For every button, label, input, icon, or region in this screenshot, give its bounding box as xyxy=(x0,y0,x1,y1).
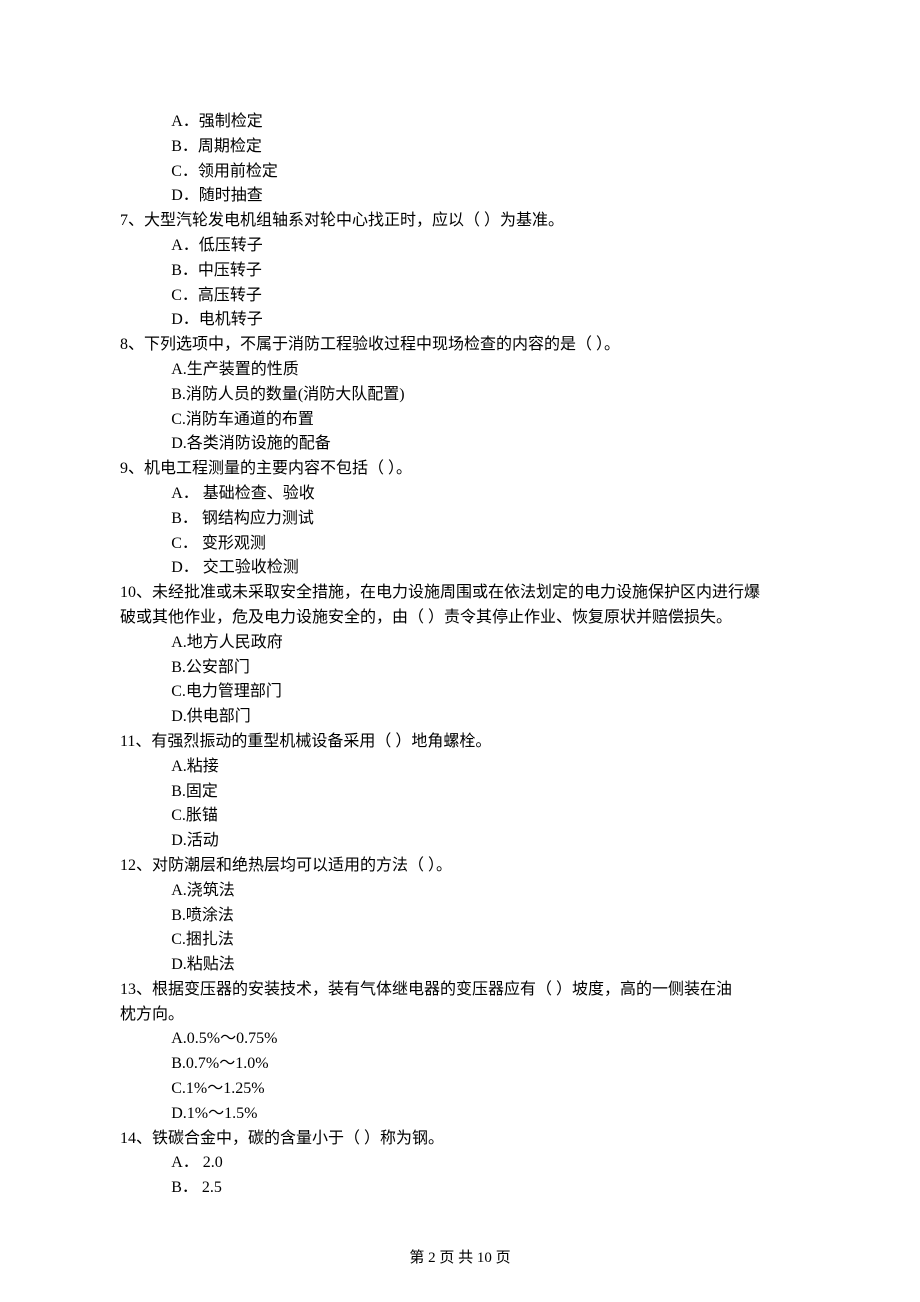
option-a: A.粘接 xyxy=(171,755,800,780)
option-b: B.公安部门 xyxy=(171,656,800,681)
page-footer: 第 2 页 共 10 页 xyxy=(0,1247,920,1270)
option-b: B．周期检定 xyxy=(171,135,800,160)
option-d: D． 交工验收检测 xyxy=(171,556,800,581)
option-list: A.浇筑法 B.喷涂法 C.捆扎法 D.粘贴法 xyxy=(120,879,800,978)
question-13: 13、根据变压器的安装技术，装有气体继电器的变压器应有（ ）坡度，高的一侧装在油… xyxy=(120,978,800,1127)
question-10: 10、未经批准或未采取安全措施，在电力设施周围或在依法划定的电力设施保护区内进行… xyxy=(120,581,800,730)
question-7: 7、大型汽轮发电机组轴系对轮中心找正时，应以（ ）为基准。 A．低压转子 B．中… xyxy=(120,209,800,333)
option-a: A.地方人民政府 xyxy=(171,631,800,656)
question-11: 11、有强烈振动的重型机械设备采用（ ）地角螺栓。 A.粘接 B.固定 C.胀锚… xyxy=(120,730,800,854)
option-a: A． 基础检查、验收 xyxy=(171,482,800,507)
option-d: D.各类消防设施的配备 xyxy=(171,432,800,457)
page: A．强制检定 B．周期检定 C．领用前检定 D．随时抽查 7、大型汽轮发电机组轴… xyxy=(0,0,920,1302)
question-6-options: A．强制检定 B．周期检定 C．领用前检定 D．随时抽查 xyxy=(120,110,800,209)
option-d: D.供电部门 xyxy=(171,705,800,730)
option-c: C．领用前检定 xyxy=(171,160,800,185)
question-text: 8、下列选项中，不属于消防工程验收过程中现场检查的内容的是（ ）。 xyxy=(120,333,800,358)
option-list: A.生产装置的性质 B.消防人员的数量(消防大队配置) C.消防车通道的布置 D… xyxy=(120,358,800,457)
option-b: B．中压转子 xyxy=(171,259,800,284)
question-text: 9、机电工程测量的主要内容不包括（ ）。 xyxy=(120,457,800,482)
option-c: C． 变形观测 xyxy=(171,532,800,557)
option-b: B.固定 xyxy=(171,780,800,805)
option-a: A．低压转子 xyxy=(171,234,800,259)
option-b: B.0.7%～1.0% xyxy=(171,1052,800,1077)
option-c: C.电力管理部门 xyxy=(171,680,800,705)
option-d: D.1%～1.5% xyxy=(171,1102,800,1127)
question-text-line1: 13、根据变压器的安装技术，装有气体继电器的变压器应有（ ）坡度，高的一侧装在油 xyxy=(120,978,800,1003)
option-list: A． 2.0 B． 2.5 xyxy=(120,1151,800,1201)
question-text: 12、对防潮层和绝热层均可以适用的方法（ ）。 xyxy=(120,854,800,879)
option-a: A． 2.0 xyxy=(171,1151,800,1176)
option-b: B.喷涂法 xyxy=(171,904,800,929)
option-list: A.0.5%～0.75% B.0.7%～1.0% C.1%～1.25% D.1%… xyxy=(120,1027,800,1126)
question-text: 11、有强烈振动的重型机械设备采用（ ）地角螺栓。 xyxy=(120,730,800,755)
option-list: A． 基础检查、验收 B． 钢结构应力测试 C． 变形观测 D． 交工验收检测 xyxy=(120,482,800,581)
option-list: A.地方人民政府 B.公安部门 C.电力管理部门 D.供电部门 xyxy=(120,631,800,730)
option-c: C.1%～1.25% xyxy=(171,1077,800,1102)
option-d: D.粘贴法 xyxy=(171,953,800,978)
question-text-line2: 破或其他作业，危及电力设施安全的，由（ ）责令其停止作业、恢复原状并赔偿损失。 xyxy=(120,606,800,631)
option-c: C.捆扎法 xyxy=(171,928,800,953)
question-14: 14、铁碳合金中，碳的含量小于（ ）称为钢。 A． 2.0 B． 2.5 xyxy=(120,1127,800,1201)
question-text: 14、铁碳合金中，碳的含量小于（ ）称为钢。 xyxy=(120,1127,800,1152)
question-8: 8、下列选项中，不属于消防工程验收过程中现场检查的内容的是（ ）。 A.生产装置… xyxy=(120,333,800,457)
option-c: C.消防车通道的布置 xyxy=(171,408,800,433)
question-9: 9、机电工程测量的主要内容不包括（ ）。 A． 基础检查、验收 B． 钢结构应力… xyxy=(120,457,800,581)
option-b: B． 2.5 xyxy=(171,1176,800,1201)
question-text: 7、大型汽轮发电机组轴系对轮中心找正时，应以（ ）为基准。 xyxy=(120,209,800,234)
option-c: C.胀锚 xyxy=(171,804,800,829)
option-d: D.活动 xyxy=(171,829,800,854)
question-12: 12、对防潮层和绝热层均可以适用的方法（ ）。 A.浇筑法 B.喷涂法 C.捆扎… xyxy=(120,854,800,978)
question-text-line2: 枕方向。 xyxy=(120,1003,800,1028)
option-list: A．强制检定 B．周期检定 C．领用前检定 D．随时抽查 xyxy=(120,110,800,209)
option-a: A.浇筑法 xyxy=(171,879,800,904)
option-list: A．低压转子 B．中压转子 C．高压转子 D．电机转子 xyxy=(120,234,800,333)
option-d: D．电机转子 xyxy=(171,308,800,333)
option-a: A．强制检定 xyxy=(171,110,800,135)
option-a: A.生产装置的性质 xyxy=(171,358,800,383)
question-text-line1: 10、未经批准或未采取安全措施，在电力设施周围或在依法划定的电力设施保护区内进行… xyxy=(120,581,800,606)
option-b: B． 钢结构应力测试 xyxy=(171,507,800,532)
option-a: A.0.5%～0.75% xyxy=(171,1027,800,1052)
option-d: D．随时抽查 xyxy=(171,184,800,209)
option-b: B.消防人员的数量(消防大队配置) xyxy=(171,383,800,408)
option-c: C．高压转子 xyxy=(171,284,800,309)
option-list: A.粘接 B.固定 C.胀锚 D.活动 xyxy=(120,755,800,854)
